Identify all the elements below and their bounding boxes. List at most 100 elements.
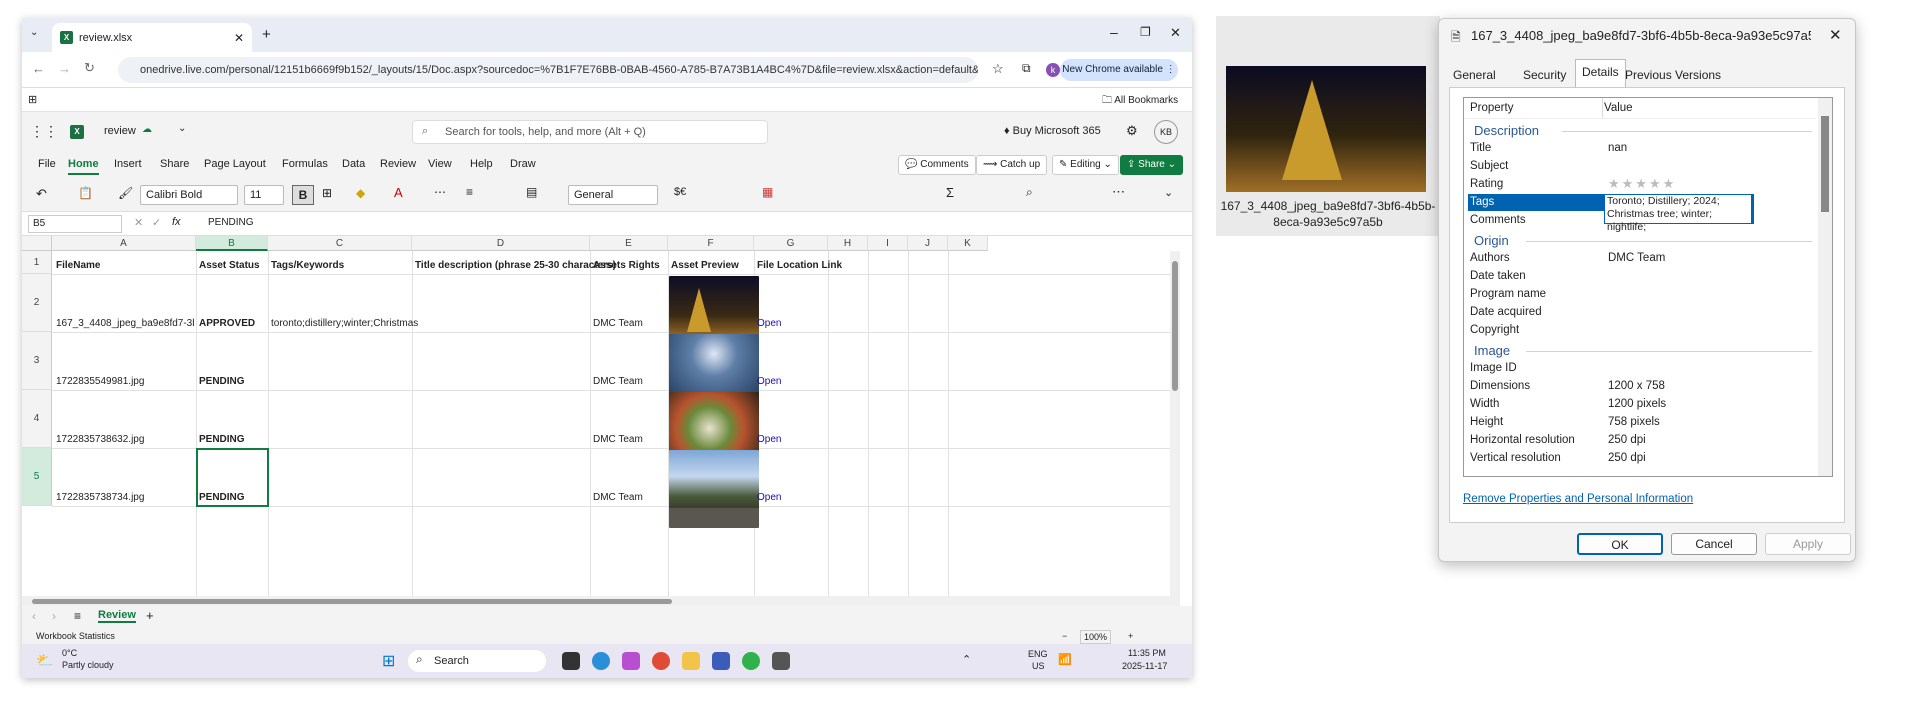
col-header-g[interactable]: G <box>754 236 828 251</box>
file-name-label[interactable]: 167_3_4408_jpeg_ba9e8fd7-3bf6-4b5b-8eca-… <box>1220 198 1436 230</box>
avatar[interactable]: KB <box>1154 120 1178 144</box>
conditional-format-icon[interactable]: ▦ <box>762 185 773 199</box>
header-rights[interactable]: Assets Rights <box>593 260 660 271</box>
weather-desc[interactable]: Partly cloudy <box>62 660 114 670</box>
header-filename[interactable]: FileName <box>56 260 100 271</box>
taskbar-search[interactable]: Search <box>408 650 546 672</box>
tab-home[interactable]: Home <box>68 158 99 175</box>
cell-rights[interactable]: DMC Team <box>593 376 643 387</box>
tab-formulas[interactable]: Formulas <box>282 158 328 170</box>
row-header-5[interactable]: 5 <box>22 448 52 506</box>
col-header-d[interactable]: D <box>412 236 590 251</box>
lang-us[interactable]: US <box>1032 661 1045 671</box>
wifi-icon[interactable]: 📶 <box>1058 653 1072 666</box>
close-icon[interactable]: ✕ <box>1829 26 1842 44</box>
edge-icon[interactable] <box>592 652 610 670</box>
tab-search-icon[interactable]: ⌄ <box>30 27 38 38</box>
zoom-out-icon[interactable]: − <box>1062 628 1067 644</box>
star-icon[interactable]: ☆ <box>992 61 1004 77</box>
header-tags[interactable]: Tags/Keywords <box>271 260 344 271</box>
tab-share[interactable]: Share <box>160 158 189 170</box>
catchup-button[interactable]: ⟿ Catch up <box>976 155 1048 175</box>
format-painter-icon[interactable]: 🖌 <box>118 186 133 200</box>
cell-link[interactable]: Open <box>757 434 781 445</box>
remove-properties-link[interactable]: Remove Properties and Personal Informati… <box>1463 493 1693 505</box>
comments-button[interactable]: 💬 Comments <box>898 155 976 175</box>
whatsapp-icon[interactable] <box>742 652 760 670</box>
zoom-level[interactable]: 100% <box>1080 630 1112 644</box>
clock-time[interactable]: 11:35 PM <box>1128 648 1166 658</box>
preview-image[interactable] <box>669 392 759 458</box>
enter-icon[interactable]: ✓ <box>152 216 161 229</box>
col-header-k[interactable]: K <box>948 236 988 251</box>
cell-rights[interactable]: DMC Team <box>593 318 643 329</box>
font-color-icon[interactable]: A <box>394 185 403 200</box>
cancel-button[interactable]: Cancel <box>1671 533 1757 555</box>
reload-icon[interactable]: ↻ <box>84 60 95 76</box>
value-authors[interactable]: DMC Team <box>1608 252 1665 264</box>
weather-temp[interactable]: 0°C <box>62 648 77 658</box>
add-sheet-icon[interactable]: + <box>146 608 154 623</box>
tab-data[interactable]: Data <box>342 158 365 170</box>
new-tab-icon[interactable]: + <box>262 26 271 43</box>
align-icon[interactable]: ≡ <box>466 185 473 199</box>
header-link[interactable]: File Location Link <box>757 260 842 271</box>
ok-button[interactable]: OK <box>1577 533 1663 555</box>
store-icon[interactable] <box>712 652 730 670</box>
close-window-icon[interactable]: ✕ <box>1170 25 1181 41</box>
formula-input[interactable]: PENDING <box>208 217 254 228</box>
fill-color-icon[interactable]: ◆ <box>356 186 365 200</box>
header-title-desc[interactable]: Title description (phrase 25-30 characte… <box>415 260 616 271</box>
workbook-stats[interactable]: Workbook Statistics <box>36 628 115 644</box>
cell-link[interactable]: Open <box>757 376 781 387</box>
font-select[interactable]: Calibri Bold <box>140 185 238 205</box>
cell-filename[interactable]: 167_3_4408_jpeg_ba9e8fd7-3bf6- <box>56 318 194 329</box>
chrome-icon[interactable] <box>652 652 670 670</box>
start-icon[interactable]: ⊞ <box>382 651 395 671</box>
row-header-2[interactable]: 2 <box>22 274 52 332</box>
col-header-e[interactable]: E <box>590 236 668 251</box>
profile-avatar[interactable]: k <box>1046 63 1060 77</box>
autosum-icon[interactable]: Σ <box>946 185 954 200</box>
tab-review[interactable]: Review <box>380 158 416 170</box>
header-status[interactable]: Asset Status <box>199 260 260 271</box>
close-tab-icon[interactable]: ✕ <box>234 31 244 45</box>
col-header-f[interactable]: F <box>668 236 754 251</box>
cell-status[interactable]: PENDING <box>199 492 245 503</box>
app-icon[interactable] <box>772 652 790 670</box>
buy-m365[interactable]: ♦ Buy Microsoft 365 <box>1004 125 1101 137</box>
sheet-tab-review[interactable]: Review <box>98 609 136 623</box>
cell-filename[interactable]: 1722835738734.jpg <box>56 492 144 503</box>
zoom-in-icon[interactable]: + <box>1128 628 1133 644</box>
apps-icon[interactable]: ⊞ <box>28 93 37 106</box>
doc-menu-chevron-icon[interactable]: ⌄ <box>178 123 186 134</box>
forward-icon[interactable]: → <box>58 61 71 76</box>
browser-tab[interactable]: X review.xlsx ✕ <box>52 23 252 52</box>
file-explorer-icon[interactable] <box>682 652 700 670</box>
cell-status[interactable]: PENDING <box>199 376 245 387</box>
select-all[interactable] <box>22 236 52 251</box>
currency-icon[interactable]: $€ <box>674 186 686 198</box>
tags-input[interactable]: Toronto; Distillery; 2024; Christmas tre… <box>1604 194 1754 233</box>
col-header-j[interactable]: J <box>908 236 948 251</box>
app-launcher-icon[interactable]: ⋮⋮ <box>30 123 58 140</box>
collapse-ribbon-icon[interactable]: ⌄ <box>1164 186 1173 199</box>
cell-status[interactable]: PENDING <box>199 434 245 445</box>
next-sheet-icon[interactable]: › <box>52 609 56 623</box>
cell-filename[interactable]: 1722835549981.jpg <box>56 376 144 387</box>
preview-image[interactable] <box>669 276 759 342</box>
col-value[interactable]: Value <box>1604 102 1633 114</box>
chrome-update-pill[interactable]: New Chrome available ⋮ <box>1060 59 1178 81</box>
taskview-icon[interactable] <box>562 652 580 670</box>
minimize-icon[interactable]: – <box>1110 24 1118 40</box>
row-header-3[interactable]: 3 <box>22 332 52 390</box>
cell-filename[interactable]: 1722835738632.jpg <box>56 434 144 445</box>
restore-icon[interactable]: ❐ <box>1140 25 1151 39</box>
clock-date[interactable]: 2025-11-17 <box>1122 661 1167 671</box>
tab-help[interactable]: Help <box>470 158 493 170</box>
row-header-1[interactable]: 1 <box>22 251 52 274</box>
col-header-i[interactable]: I <box>868 236 908 251</box>
more-options-icon[interactable]: ⋯ <box>1112 184 1125 200</box>
rating-stars[interactable]: ★★★★★ <box>1608 176 1676 192</box>
function-icon[interactable]: fx <box>172 216 181 228</box>
